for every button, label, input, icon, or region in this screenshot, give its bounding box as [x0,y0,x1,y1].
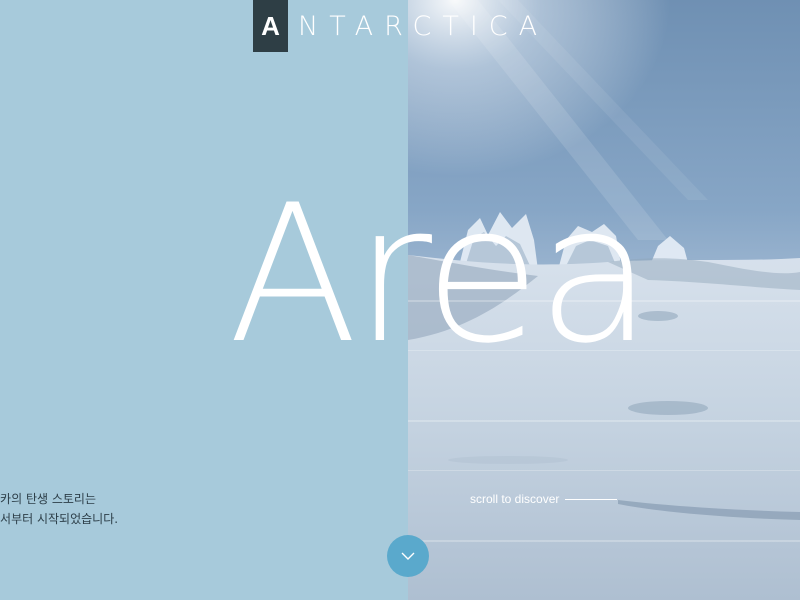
scroll-down-button[interactable] [387,535,429,577]
logo-wordmark: NTARCTICA [298,10,549,42]
chevron-down-icon [401,552,415,560]
site-logo[interactable]: A NTARCTICA [253,0,548,52]
scroll-hint-line [565,498,618,500]
intro-line-1: |카의 탄생 스토리는 [0,492,96,506]
logo-initial-box: A [253,0,288,52]
scroll-hint-label: scroll to discover [470,492,560,506]
hero-title: Area [228,164,653,385]
scroll-hint: scroll to discover [470,492,618,506]
intro-text: |카의 탄생 스토리는 |서부터 시작되었습니다. [0,489,196,529]
hero-section: A NTARCTICA Area |카의 탄생 스토리는 |서부터 시작되었습니… [0,0,800,600]
intro-line-2: |서부터 시작되었습니다. [0,512,119,526]
